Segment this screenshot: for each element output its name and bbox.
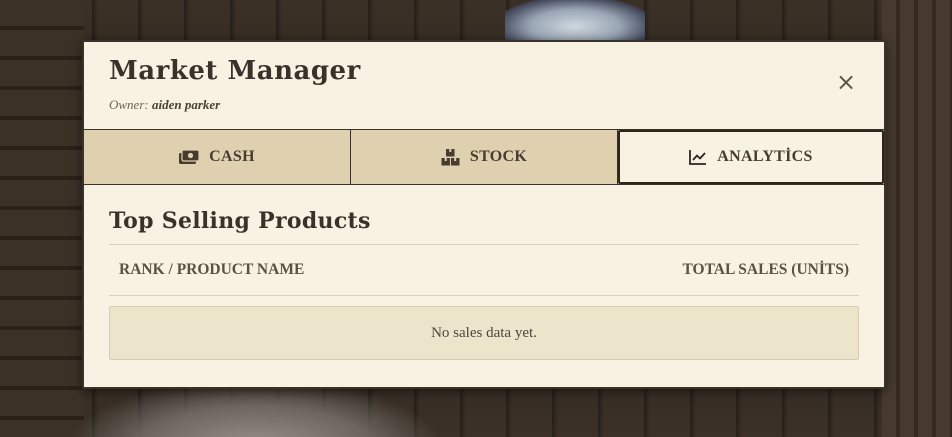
panel-header: Market Manager Owner: aiden parker × <box>84 42 884 129</box>
column-total-sales: TOTAL SALES (UNİTS) <box>682 261 849 278</box>
column-rank-product: RANK / PRODUCT NAME <box>119 261 305 278</box>
tab-cash-label: CASH <box>209 148 255 165</box>
section-title: Top Selling Products <box>109 208 859 245</box>
owner-line: Owner: aiden parker <box>109 97 220 113</box>
owner-label: Owner: <box>109 97 149 112</box>
chart-line-icon <box>689 149 707 165</box>
empty-state-message: No sales data yet. <box>109 306 859 360</box>
owner-name: aiden parker <box>151 97 221 112</box>
tab-cash[interactable]: CASH <box>84 130 351 184</box>
market-manager-panel: Market Manager Owner: aiden parker × CAS… <box>82 40 886 389</box>
background-vase <box>505 0 645 44</box>
tab-stock-label: STOCK <box>469 148 528 165</box>
tab-analytics-label: ANALYTİCS <box>717 148 813 165</box>
analytics-content: Top Selling Products RANK / PRODUCT NAME… <box>109 183 859 360</box>
panel-title: Market Manager <box>109 56 361 86</box>
money-icon <box>179 150 200 164</box>
background-wall-left <box>0 0 84 437</box>
table-header-row: RANK / PRODUCT NAME TOTAL SALES (UNİTS) <box>109 245 859 296</box>
tab-stock[interactable]: STOCK <box>351 130 618 184</box>
boxes-icon <box>441 148 460 166</box>
tab-bar: CASH STOCK ANALYTİCS <box>84 129 884 185</box>
close-icon[interactable]: × <box>836 70 856 94</box>
tab-analytics[interactable]: ANALYTİCS <box>618 130 884 184</box>
background-wall-right <box>882 0 952 437</box>
